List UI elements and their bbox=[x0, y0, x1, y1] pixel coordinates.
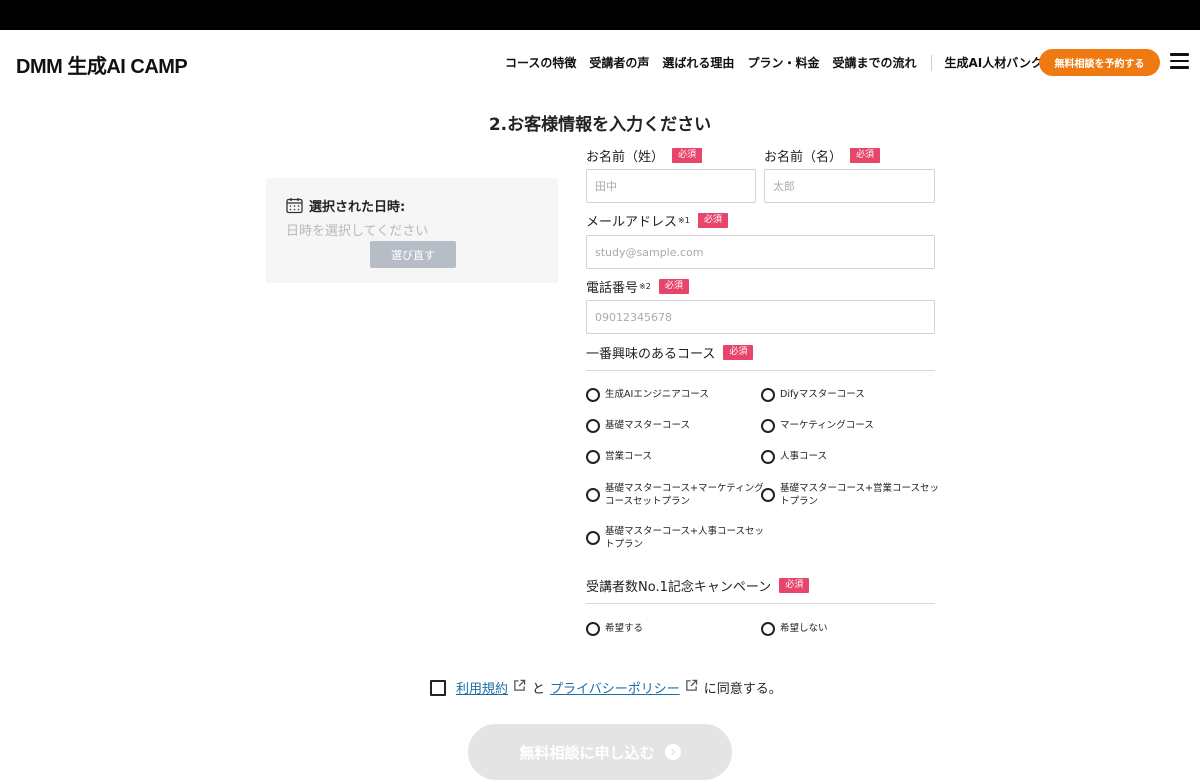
radio-circle[interactable] bbox=[586, 488, 600, 502]
selected-datetime-panel: 選択された日時: 日時を選択してください 選び直す bbox=[266, 178, 558, 283]
course-option-genai-engineer[interactable]: 生成AIエンジニアコース bbox=[586, 388, 765, 402]
course-option-basic-sales-set[interactable]: 基礎マスターコース+営業コースセットプラン bbox=[761, 482, 940, 508]
course-option-basic-marketing-set[interactable]: 基礎マスターコース+マーケティングコースセットプラン bbox=[586, 482, 765, 508]
phone-label: 電話番号 ※2 必須 bbox=[586, 277, 689, 296]
reselect-datetime-button[interactable]: 選び直す bbox=[370, 241, 456, 268]
campaign-label: 受講者数No.1記念キャンペーン 必須 bbox=[586, 576, 810, 595]
radio-circle[interactable] bbox=[761, 388, 775, 402]
arrow-right-icon bbox=[664, 744, 681, 760]
nav-item-flow[interactable]: 受講までの流れ bbox=[832, 54, 916, 71]
datetime-heading: 選択された日時: bbox=[309, 200, 406, 215]
required-badge: 必須 bbox=[658, 279, 689, 294]
nav-item-reasons[interactable]: 選ばれる理由 bbox=[662, 54, 734, 71]
agree-suffix-text: に同意する。 bbox=[703, 682, 782, 697]
nav-item-pricing[interactable]: プラン・料金 bbox=[747, 54, 819, 71]
site-header: DMM 生成AI CAMP コースの特徴 受講者の声 選ばれる理由 プラン・料金… bbox=[0, 30, 1200, 94]
course-divider bbox=[586, 370, 935, 371]
calendar-icon bbox=[286, 198, 303, 214]
hamburger-icon[interactable] bbox=[1170, 53, 1189, 69]
email-label: メールアドレス ※1 必須 bbox=[586, 211, 728, 230]
course-option-basic-master[interactable]: 基礎マスターコース bbox=[586, 419, 765, 433]
required-badge: 必須 bbox=[850, 148, 881, 163]
nav-separator bbox=[931, 54, 933, 71]
email-input[interactable] bbox=[586, 235, 935, 269]
required-badge: 必須 bbox=[779, 578, 810, 593]
main-nav: コースの特徴 受講者の声 選ばれる理由 プラン・料金 受講までの流れ 生成AI人… bbox=[505, 54, 1063, 71]
radio-circle[interactable] bbox=[761, 622, 775, 636]
nav-talent-bank-label: 生成AI人材バンク bbox=[944, 56, 1043, 70]
required-badge: 必須 bbox=[697, 213, 728, 228]
radio-circle[interactable] bbox=[761, 488, 775, 502]
campaign-option-yes[interactable]: 希望する bbox=[586, 622, 765, 636]
course-option-sales[interactable]: 営業コース bbox=[586, 450, 765, 464]
radio-circle[interactable] bbox=[761, 419, 775, 433]
logo[interactable]: DMM 生成AI CAMP bbox=[16, 50, 188, 79]
agree-checkbox[interactable] bbox=[430, 679, 446, 696]
nav-item-features[interactable]: コースの特徴 bbox=[505, 54, 576, 71]
privacy-policy-link[interactable]: プライバシーポリシー bbox=[550, 678, 680, 697]
top-black-bar bbox=[0, 0, 1200, 30]
datetime-placeholder: 日時を選択してください bbox=[286, 224, 429, 239]
radio-circle[interactable] bbox=[586, 388, 600, 402]
first-name-input[interactable] bbox=[764, 169, 935, 203]
external-link-icon bbox=[685, 679, 698, 696]
agreement-row: 利用規約 と プライバシーポリシー に同意する。 bbox=[430, 678, 782, 697]
radio-circle[interactable] bbox=[586, 419, 600, 433]
course-option-dify-master[interactable]: Difyマスターコース bbox=[761, 388, 940, 402]
last-name-label: お名前（姓） 必須 bbox=[586, 146, 703, 165]
book-consultation-button[interactable]: 無料相談を予約する bbox=[1039, 49, 1160, 76]
submit-consultation-button[interactable]: 無料相談に申し込む bbox=[468, 724, 732, 780]
course-option-hr[interactable]: 人事コース bbox=[761, 450, 940, 464]
first-name-label: お名前（名） 必須 bbox=[764, 146, 881, 165]
external-link-icon bbox=[513, 679, 526, 696]
nav-item-voices[interactable]: 受講者の声 bbox=[589, 54, 649, 71]
radio-circle[interactable] bbox=[586, 531, 600, 545]
course-label: 一番興味のあるコース 必須 bbox=[586, 343, 754, 362]
agree-and-text: と bbox=[532, 682, 546, 697]
submit-label: 無料相談に申し込む bbox=[519, 743, 655, 762]
campaign-divider bbox=[586, 603, 935, 604]
phone-input[interactable] bbox=[586, 300, 935, 334]
form-section-title: 2.お客様情報を入力ください bbox=[488, 115, 712, 135]
last-name-input[interactable] bbox=[586, 169, 756, 203]
required-badge: 必須 bbox=[723, 345, 754, 360]
radio-circle[interactable] bbox=[761, 450, 775, 464]
course-option-marketing[interactable]: マーケティングコース bbox=[761, 419, 940, 433]
course-option-basic-hr-set[interactable]: 基礎マスターコース+人事コースセットプラン bbox=[586, 525, 765, 551]
terms-link[interactable]: 利用規約 bbox=[456, 678, 508, 697]
radio-circle[interactable] bbox=[586, 450, 600, 464]
campaign-option-no[interactable]: 希望しない bbox=[761, 622, 940, 636]
required-badge: 必須 bbox=[672, 148, 703, 163]
radio-circle[interactable] bbox=[586, 622, 600, 636]
